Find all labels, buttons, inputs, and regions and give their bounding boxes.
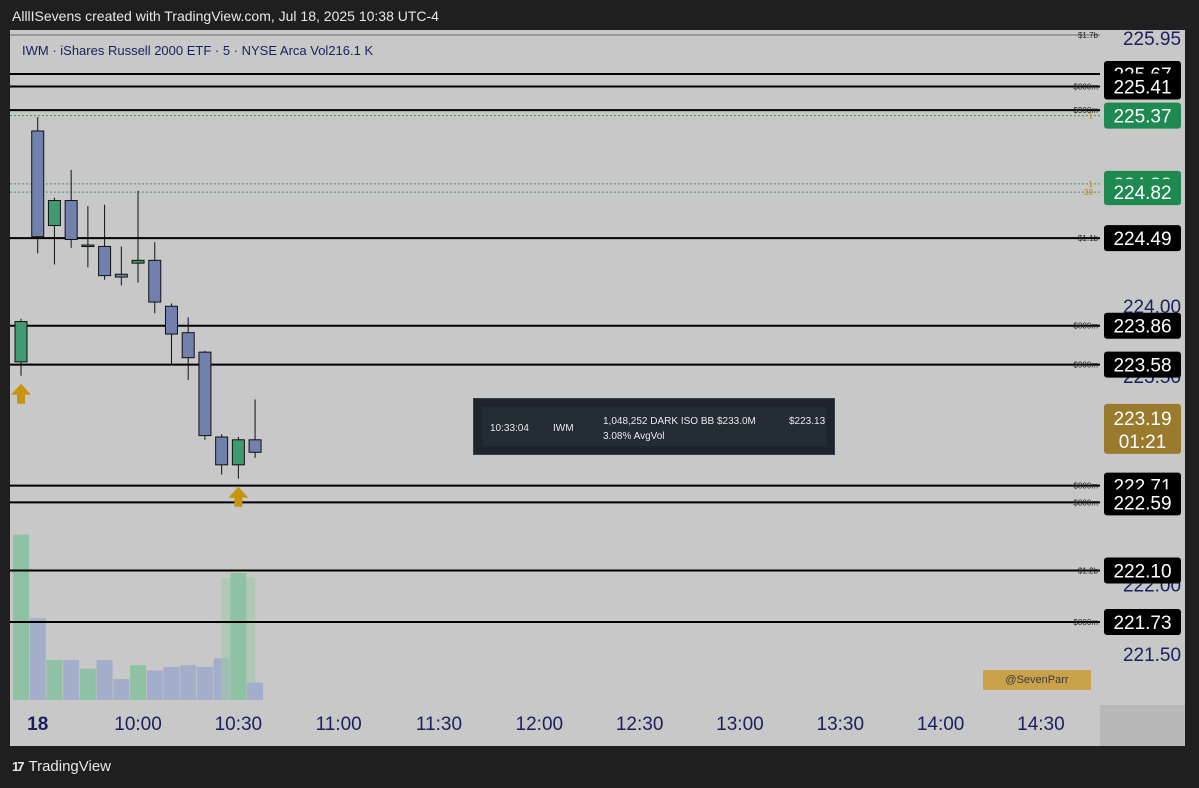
level-price-text: 222.10 <box>1113 562 1171 583</box>
brand-name: TradingView <box>28 758 112 775</box>
volume-bar <box>46 659 63 700</box>
volume-bar <box>130 665 147 700</box>
level-price-text: 221.73 <box>1113 613 1171 634</box>
time-tick: 11:30 <box>416 714 462 735</box>
level-price-text: 225.41 <box>1113 77 1171 98</box>
level-size-label: $900m <box>1074 106 1099 115</box>
volume-bar <box>247 682 264 700</box>
current-price-text: 223.19 <box>1113 409 1171 430</box>
time-tick: 11:00 <box>316 714 362 735</box>
level-size-label: $800m <box>1074 482 1099 491</box>
level-size-label: $1.1b <box>1078 234 1099 243</box>
candle-down[interactable] <box>114 273 128 278</box>
price-tick: 221.50 <box>1123 645 1181 666</box>
time-tick: 13:30 <box>817 714 865 735</box>
dark-pool-print-tooltip: 10:33:04 IWM 1,048,252 DARK ISO BB $233.… <box>473 398 835 455</box>
price-tick: 225.95 <box>1123 29 1181 50</box>
level-size-label: $800m <box>1074 82 1099 91</box>
candle-up[interactable] <box>231 439 245 466</box>
bar-countdown-text: 01:21 <box>1119 432 1167 453</box>
time-tick: 10:30 <box>215 714 263 735</box>
level-price-text: 224.49 <box>1113 229 1171 250</box>
level-size-label: $800m <box>1074 322 1099 331</box>
time-tick: 18 <box>27 714 48 735</box>
print-avgvol: 3.08% AvgVol <box>603 431 665 442</box>
volume-bar <box>63 659 80 700</box>
time-tick: 12:30 <box>616 714 664 735</box>
time-tick: 13:00 <box>716 714 764 735</box>
candle-down[interactable] <box>215 436 229 466</box>
alert-marker: 1 <box>1089 112 1094 121</box>
print-detail: 1,048,252 DARK ISO BB $233.0M <box>603 416 756 427</box>
alert-marker: 30 <box>1084 188 1093 197</box>
up-arrow-icon <box>11 383 31 404</box>
candles <box>14 117 262 479</box>
time-tick: 14:00 <box>917 714 965 735</box>
level-price-text: 223.58 <box>1113 356 1171 377</box>
alert-price-text: 225.37 <box>1113 107 1171 128</box>
time-tick: 14:30 <box>1017 714 1065 735</box>
volume-bar <box>13 534 29 700</box>
time-axis: 18 10:00 10:30 11:00 11:30 12:00 12:30 13:00 13:… <box>10 705 1185 746</box>
candle-down[interactable] <box>181 332 195 359</box>
symbol-legend[interactable]: IWM · iShares Russell 2000 ETF · 5 · NYS… <box>22 43 373 58</box>
alert-lines: 1130 <box>10 112 1100 197</box>
author-watermark: @SevenParr <box>983 670 1091 690</box>
volume-bar <box>79 668 96 700</box>
up-arrow-icon <box>228 486 249 507</box>
level-price-text: 223.86 <box>1113 317 1171 338</box>
candle-down[interactable] <box>164 305 178 335</box>
print-ticker: IWM <box>553 423 574 434</box>
volume-bar <box>146 670 163 700</box>
candle-up[interactable] <box>81 244 95 248</box>
axis-corner <box>1100 705 1185 746</box>
volume-bar <box>113 679 130 700</box>
time-tick: 12:00 <box>516 714 564 735</box>
candle-down[interactable] <box>148 259 162 303</box>
alert-price-text: 224.82 <box>1113 183 1171 204</box>
volume-bar <box>180 665 197 700</box>
print-time: 10:33:04 <box>490 423 529 434</box>
level-size-label: $800m <box>1074 618 1099 627</box>
level-price-text: 222.59 <box>1113 493 1171 514</box>
candle-down[interactable] <box>198 351 212 437</box>
tooltip-body: 10:33:04 IWM 1,048,252 DARK ISO BB $233.… <box>482 407 826 446</box>
level-size-label: $900m <box>1074 361 1099 370</box>
candle-down[interactable] <box>98 245 112 277</box>
candle-up[interactable] <box>14 321 28 363</box>
print-price: $223.13 <box>789 416 826 427</box>
price-axis: 225.95223.50222.00224.00221.50225.67225.… <box>1100 29 1185 705</box>
volume-bar <box>163 666 180 700</box>
candle-down[interactable] <box>31 130 45 238</box>
candle-up[interactable] <box>47 200 61 227</box>
candle-up[interactable] <box>131 259 145 264</box>
tradingview-footer[interactable]: 17 TradingView <box>12 758 111 775</box>
volume-bar <box>196 666 213 700</box>
tradingview-logo-icon: 17 <box>12 759 25 774</box>
volume-bar <box>230 572 247 700</box>
volume-bars <box>13 534 264 700</box>
time-tick: 10:00 <box>114 714 162 735</box>
volume-bar <box>96 659 113 700</box>
level-size-label: $1.2b <box>1078 567 1099 576</box>
level-size-label: $1.7b <box>1078 31 1099 40</box>
candle-down[interactable] <box>64 200 78 240</box>
candle-down[interactable] <box>248 439 262 453</box>
level-size-label: $800m <box>1074 498 1099 507</box>
volume-bar <box>29 618 46 700</box>
signal-arrows <box>11 383 249 507</box>
